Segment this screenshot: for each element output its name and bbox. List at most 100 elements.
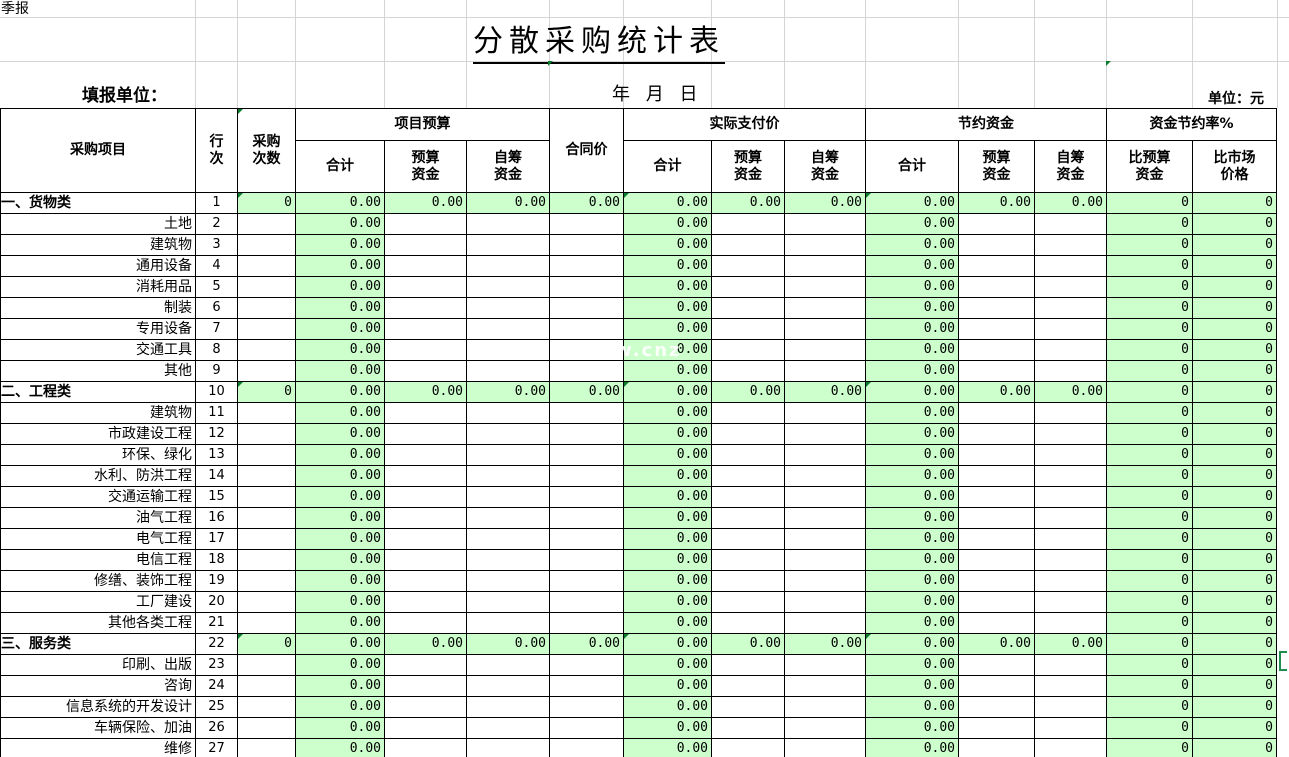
cell-row-no[interactable]: 10 [195, 381, 238, 403]
cell-contract[interactable] [549, 276, 624, 298]
cell-savings-funds[interactable]: 0.00 [958, 192, 1035, 214]
cell-actual-self[interactable] [784, 486, 866, 508]
cell-actual-self[interactable] [784, 738, 866, 757]
cell-rate-budget[interactable]: 0 [1106, 507, 1193, 529]
cell-actual-funds[interactable]: 0.00 [711, 192, 785, 214]
cell-count[interactable] [237, 465, 296, 487]
cell-savings-self[interactable]: 0.00 [1034, 192, 1107, 214]
cell-actual-funds[interactable] [711, 339, 785, 361]
cell-actual-self[interactable] [784, 402, 866, 424]
cell-savings-total[interactable]: 0.00 [865, 717, 959, 739]
cell-actual-funds[interactable] [711, 255, 785, 277]
cell-budget-funds[interactable] [384, 675, 467, 697]
cell-actual-funds[interactable] [711, 423, 785, 445]
cell-count[interactable] [237, 507, 296, 529]
cell-actual-total[interactable]: 0.00 [623, 402, 712, 424]
cell-budget-funds[interactable] [384, 297, 467, 319]
cell-savings-self[interactable]: 0.00 [1034, 381, 1107, 403]
cell-budget-total[interactable]: 0.00 [295, 234, 385, 256]
cell-item-name[interactable]: 车辆保险、加油 [0, 717, 196, 739]
cell-savings-funds[interactable] [958, 612, 1035, 634]
cell-budget-funds[interactable] [384, 612, 467, 634]
cell-contract[interactable] [549, 465, 624, 487]
cell-contract[interactable] [549, 402, 624, 424]
cell-savings-total[interactable]: 0.00 [865, 696, 959, 718]
cell-budget-total[interactable]: 0.00 [295, 444, 385, 466]
cell-actual-self[interactable] [784, 717, 866, 739]
cell-savings-self[interactable] [1034, 507, 1107, 529]
cell-row-no[interactable]: 18 [195, 549, 238, 571]
cell-contract[interactable] [549, 444, 624, 466]
cell-budget-funds[interactable]: 0.00 [384, 381, 467, 403]
cell-budget-total[interactable]: 0.00 [295, 381, 385, 403]
cell-actual-self[interactable] [784, 318, 866, 340]
cell-budget-funds[interactable] [384, 696, 467, 718]
cell-rate-budget[interactable]: 0 [1106, 591, 1193, 613]
cell-row-no[interactable]: 13 [195, 444, 238, 466]
cell-count[interactable] [237, 486, 296, 508]
cell-budget-funds[interactable] [384, 528, 467, 550]
cell-rate-market[interactable]: 0 [1192, 465, 1277, 487]
cell-actual-total[interactable]: 0.00 [623, 549, 712, 571]
cell-count[interactable] [237, 360, 296, 382]
cell-actual-funds[interactable] [711, 297, 785, 319]
cell-budget-funds[interactable] [384, 717, 467, 739]
cell-savings-funds[interactable] [958, 360, 1035, 382]
cell-budget-funds[interactable] [384, 549, 467, 571]
cell-budget-self[interactable] [466, 360, 550, 382]
cell-savings-total[interactable]: 0.00 [865, 675, 959, 697]
cell-rate-budget[interactable]: 0 [1106, 381, 1193, 403]
cell-rate-budget[interactable]: 0 [1106, 717, 1193, 739]
cell-count[interactable] [237, 696, 296, 718]
cell-savings-total[interactable]: 0.00 [865, 507, 959, 529]
cell-actual-self[interactable]: 0.00 [784, 381, 866, 403]
cell-row-no[interactable]: 16 [195, 507, 238, 529]
cell-rate-market[interactable]: 0 [1192, 549, 1277, 571]
cell-savings-self[interactable] [1034, 297, 1107, 319]
cell-rate-budget[interactable]: 0 [1106, 465, 1193, 487]
cell-item-name[interactable]: 油气工程 [0, 507, 196, 529]
cell-savings-self[interactable] [1034, 234, 1107, 256]
cell-budget-funds[interactable] [384, 423, 467, 445]
cell-count[interactable] [237, 213, 296, 235]
cell-item-name[interactable]: 水利、防洪工程 [0, 465, 196, 487]
cell-rate-market[interactable]: 0 [1192, 675, 1277, 697]
cell-savings-self[interactable] [1034, 696, 1107, 718]
cell-actual-funds[interactable] [711, 486, 785, 508]
cell-rate-market[interactable]: 0 [1192, 339, 1277, 361]
cell-savings-funds[interactable] [958, 423, 1035, 445]
cell-rate-budget[interactable]: 0 [1106, 444, 1193, 466]
cell-row-no[interactable]: 11 [195, 402, 238, 424]
cell-savings-total[interactable]: 0.00 [865, 234, 959, 256]
cell-actual-funds[interactable] [711, 276, 785, 298]
cell-savings-self[interactable] [1034, 549, 1107, 571]
cell-budget-self[interactable] [466, 675, 550, 697]
cell-rate-market[interactable]: 0 [1192, 360, 1277, 382]
cell-savings-funds[interactable] [958, 255, 1035, 277]
cell-actual-self[interactable] [784, 675, 866, 697]
cell-item-name[interactable]: 电信工程 [0, 549, 196, 571]
cell-savings-self[interactable] [1034, 402, 1107, 424]
cell-row-no[interactable]: 5 [195, 276, 238, 298]
cell-savings-self[interactable] [1034, 423, 1107, 445]
cell-rate-budget[interactable]: 0 [1106, 192, 1193, 214]
cell-budget-funds[interactable] [384, 276, 467, 298]
cell-savings-funds[interactable] [958, 570, 1035, 592]
cell-rate-market[interactable]: 0 [1192, 612, 1277, 634]
cell-budget-total[interactable]: 0.00 [295, 339, 385, 361]
cell-budget-self[interactable] [466, 591, 550, 613]
cell-savings-total[interactable]: 0.00 [865, 633, 959, 655]
cell-contract[interactable] [549, 213, 624, 235]
cell-item-name[interactable]: 其他 [0, 360, 196, 382]
cell-count[interactable] [237, 339, 296, 361]
cell-rate-budget[interactable]: 0 [1106, 486, 1193, 508]
cell-count[interactable] [237, 528, 296, 550]
cell-actual-total[interactable]: 0.00 [623, 633, 712, 655]
cell-budget-total[interactable]: 0.00 [295, 465, 385, 487]
cell-budget-total[interactable]: 0.00 [295, 360, 385, 382]
cell-rate-market[interactable]: 0 [1192, 402, 1277, 424]
cell-actual-self[interactable] [784, 465, 866, 487]
cell-budget-total[interactable]: 0.00 [295, 297, 385, 319]
cell-row-no[interactable]: 19 [195, 570, 238, 592]
cell-item-name[interactable]: 一、货物类 [0, 192, 196, 214]
